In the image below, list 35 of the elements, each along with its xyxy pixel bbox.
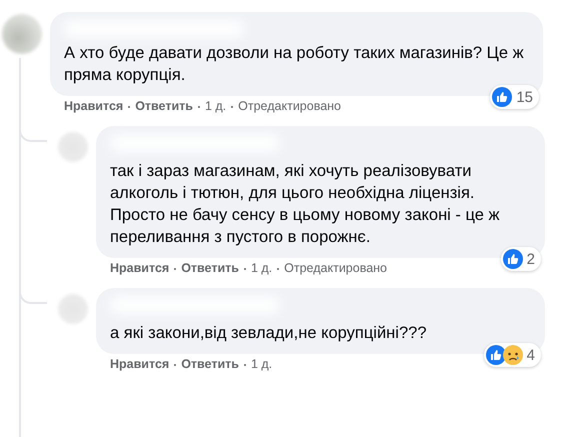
separator-dot-icon: [174, 364, 176, 366]
like-link[interactable]: Нравится: [110, 261, 170, 276]
reaction-count: 4: [526, 346, 535, 364]
sad-face-icon: [502, 345, 523, 365]
avatar-placeholder: [2, 14, 42, 54]
like-link[interactable]: Нравится: [110, 357, 170, 372]
reply-link[interactable]: Ответить: [181, 357, 239, 372]
timestamp: 1 д.: [204, 99, 226, 114]
thumbs-up-icon: [492, 87, 512, 107]
edited-label: Отредактировано: [284, 261, 388, 276]
reaction-badge[interactable]: 4: [484, 343, 541, 367]
timestamp: 1 д.: [250, 261, 272, 276]
avatar-placeholder: [58, 294, 88, 324]
avatar-placeholder: [58, 132, 88, 162]
thumbs-up-icon: [502, 249, 523, 269]
reply-link[interactable]: Ответить: [135, 99, 193, 114]
reaction-count: 2: [526, 250, 535, 268]
thumbs-up-icon: [486, 345, 506, 365]
separator-dot-icon: [244, 364, 246, 366]
separator-dot-icon: [198, 106, 200, 108]
reaction-count: 15: [516, 88, 533, 106]
separator-dot-icon: [231, 106, 234, 108]
separator-dot-icon: [277, 268, 280, 270]
comment-text: А хто буде давати дозволи на роботу таких магазинів? Це ж пряма корупція.: [64, 44, 524, 84]
like-link[interactable]: Нравится: [64, 99, 124, 114]
separator-dot-icon: [244, 268, 246, 270]
comment-text: а які закони,від зевлади,не корупційні???: [110, 324, 426, 342]
reply-link[interactable]: Ответить: [181, 261, 239, 276]
reaction-badge[interactable]: 15: [490, 85, 539, 109]
reaction-badge[interactable]: 2: [500, 247, 541, 271]
timestamp: 1 д.: [250, 357, 272, 372]
separator-dot-icon: [128, 106, 130, 108]
edited-label: Отредактировано: [238, 99, 342, 114]
separator-dot-icon: [174, 268, 176, 270]
comment-text: так і зараз магазинам, які хочуть реалізовувати алкоголь і тютюн, для цього необхідна ліцензія. Просто не бачу сенсу в цьому новому законі - це ж переливання з пустого в порожнє.: [110, 162, 500, 246]
